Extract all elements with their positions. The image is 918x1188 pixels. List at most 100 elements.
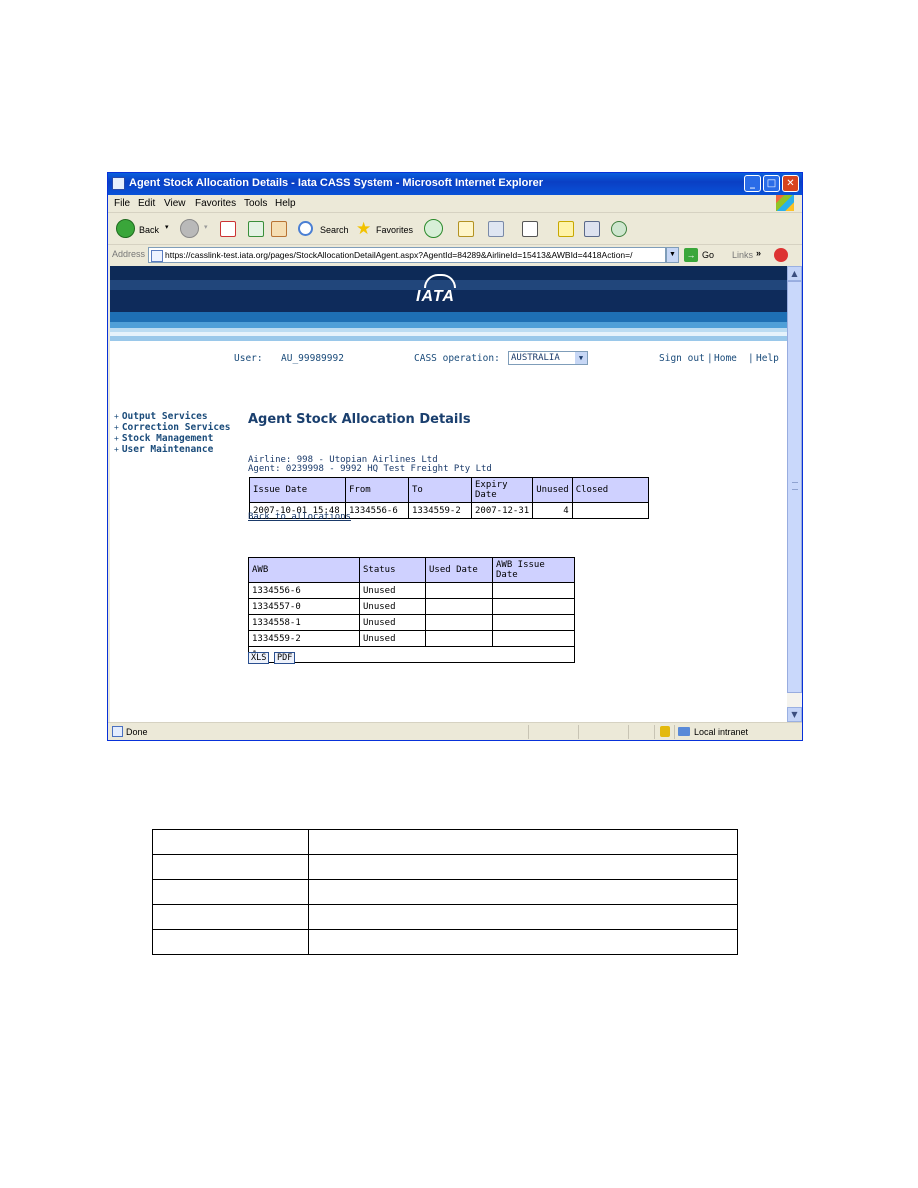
print-icon[interactable] — [488, 221, 504, 237]
awb-issue-date-cell — [492, 598, 575, 615]
discuss-icon[interactable] — [558, 221, 574, 237]
back-to-allocations-link[interactable]: Back to allocations — [248, 512, 351, 522]
status-bar: Done Local intranet — [108, 722, 802, 740]
forward-arrow-icon[interactable] — [180, 219, 199, 238]
menu-view[interactable]: View — [164, 198, 186, 209]
lock-icon — [660, 726, 670, 737]
column-header: Closed — [571, 477, 650, 503]
back-dropdown-icon[interactable]: ▾ — [165, 223, 169, 231]
scroll-down-icon[interactable]: ▼ — [787, 707, 802, 722]
table-cell — [308, 854, 738, 880]
links-label[interactable]: Links — [732, 250, 753, 260]
scroll-grip-icon — [792, 482, 798, 490]
cass-operation-value: AUSTRALIA — [511, 353, 560, 363]
column-header: Status — [359, 557, 426, 583]
menu-edit[interactable]: Edit — [138, 198, 155, 209]
refresh-icon[interactable] — [248, 221, 264, 237]
table-row: 1334556-6 Unused — [248, 582, 575, 599]
messenger-icon[interactable] — [611, 221, 627, 237]
status-divider — [528, 725, 529, 739]
search-button-label[interactable]: Search — [320, 225, 349, 235]
page-title: Agent Stock Allocation Details — [248, 412, 471, 427]
menu-bar: File Edit View Favorites Tools Help — [108, 195, 802, 213]
cass-operation-select[interactable]: AUSTRALIA ▼ — [508, 351, 588, 365]
nav-stock-management[interactable]: + Stock Management — [114, 433, 231, 444]
go-arrow-icon[interactable]: → — [684, 248, 698, 262]
expand-icon: + — [114, 412, 119, 421]
chevron-down-icon: ▼ — [575, 352, 587, 364]
status-divider — [578, 725, 579, 739]
stop-icon[interactable] — [220, 221, 236, 237]
toolbar: Back ▾ ▾ Search ★ Favorites — [108, 213, 802, 245]
toolbar-extension-icon[interactable] — [774, 248, 788, 262]
address-label: Address — [112, 249, 146, 259]
back-arrow-icon[interactable] — [116, 219, 135, 238]
maximize-button[interactable]: □ — [763, 175, 780, 192]
user-label: User: — [234, 353, 263, 364]
document-empty-table — [152, 829, 738, 955]
column-header: Used Date — [425, 557, 493, 583]
expand-icon: + — [114, 445, 119, 454]
status-cell: Unused — [359, 614, 426, 631]
go-button[interactable]: Go — [702, 250, 714, 260]
iata-banner: IATA — [110, 266, 787, 341]
address-input[interactable]: https://casslink-test.iata.org/pages/Sto… — [148, 247, 666, 263]
page-number-link[interactable]: 1 — [248, 646, 575, 663]
nav-correction-services[interactable]: + Correction Services — [114, 422, 231, 433]
nav-output-services[interactable]: + Output Services — [114, 411, 231, 422]
back-button-label[interactable]: Back — [139, 225, 159, 235]
history-icon[interactable] — [424, 219, 443, 238]
column-header: Unused — [532, 477, 573, 503]
favorites-star-icon[interactable]: ★ — [356, 219, 371, 239]
export-xls-button[interactable]: XLS — [248, 652, 270, 664]
sign-out-link[interactable]: Sign out — [659, 353, 705, 364]
expand-icon: + — [114, 423, 119, 432]
awb-issue-date-cell — [492, 582, 575, 599]
scroll-up-icon[interactable]: ▲ — [787, 266, 802, 281]
iata-globe-icon — [424, 274, 456, 288]
favorites-button-label[interactable]: Favorites — [376, 225, 413, 235]
used-date-cell — [425, 614, 493, 631]
edit-icon[interactable] — [522, 221, 538, 237]
used-date-cell — [425, 630, 493, 647]
status-divider — [628, 725, 629, 739]
home-link[interactable]: Home — [714, 353, 737, 364]
table-row — [152, 929, 738, 955]
address-url[interactable]: https://casslink-test.iata.org/pages/Sto… — [165, 250, 632, 260]
menu-help[interactable]: Help — [275, 198, 296, 209]
pager-row: 1 — [248, 646, 575, 663]
awb-cell: 1334558-1 — [248, 614, 360, 631]
research-icon[interactable] — [584, 221, 600, 237]
nav-user-maintenance[interactable]: + User Maintenance — [114, 444, 231, 455]
vertical-scrollbar[interactable]: ▲ ▼ — [787, 266, 802, 722]
mail-icon[interactable] — [458, 221, 474, 237]
column-header: Expiry Date — [470, 477, 534, 503]
menu-file[interactable]: File — [114, 198, 130, 209]
iata-logo: IATA — [416, 288, 455, 305]
expiry-date-cell: 2007-12-31 — [470, 502, 534, 519]
scroll-thumb[interactable] — [787, 281, 802, 693]
close-button[interactable]: ✕ — [782, 175, 799, 192]
status-cell: Unused — [359, 598, 426, 615]
home-icon[interactable] — [271, 221, 287, 237]
export-pdf-button[interactable]: PDF — [274, 652, 296, 664]
column-header: AWB Issue Date — [492, 557, 575, 583]
awb-issue-date-cell — [492, 630, 575, 647]
status-cell: Unused — [359, 630, 426, 647]
minimize-button[interactable]: _ — [744, 175, 761, 192]
used-date-cell — [425, 582, 493, 599]
address-bar: Address https://casslink-test.iata.org/p… — [108, 245, 802, 265]
title-bar[interactable]: Agent Stock Allocation Details - Iata CA… — [108, 173, 802, 195]
table-header-row: AWB Status Used Date AWB Issue Date — [248, 557, 575, 583]
menu-tools[interactable]: Tools — [244, 198, 267, 209]
links-chevron[interactable]: » — [756, 248, 761, 258]
help-link[interactable]: Help — [756, 353, 779, 364]
status-divider — [654, 725, 655, 739]
intranet-icon — [678, 727, 690, 736]
link-separator: | — [748, 353, 754, 364]
from-cell: 1334556-6 — [345, 502, 409, 519]
address-dropdown-icon[interactable]: ▼ — [666, 247, 679, 263]
forward-dropdown-icon[interactable]: ▾ — [204, 223, 208, 231]
search-icon[interactable] — [298, 221, 313, 236]
menu-favorites[interactable]: Favorites — [195, 198, 236, 209]
